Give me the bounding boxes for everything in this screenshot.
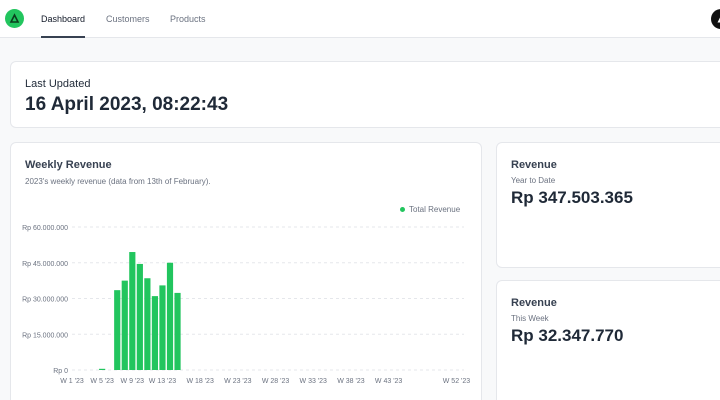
tab-customers[interactable]: Customers (106, 0, 150, 38)
last-updated-card: Last Updated 16 April 2023, 08:22:43 (10, 61, 720, 128)
weekly-revenue-card: Weekly Revenue 2023's weekly revenue (da… (10, 142, 482, 400)
tab-dashboard[interactable]: Dashboard (41, 0, 86, 38)
legend-swatch (400, 207, 405, 212)
weekly-revenue-title: Weekly Revenue (25, 159, 112, 171)
triangle-logo-icon[interactable] (5, 9, 24, 28)
user-avatar-icon[interactable] (711, 9, 720, 29)
chart-legend: Total Revenue (400, 205, 460, 214)
weekly-revenue-subtitle: 2023's weekly revenue (data from 13th of… (25, 177, 211, 186)
revenue-week-value: Rp 32.347.770 (511, 326, 624, 345)
avatar-glyph (717, 17, 720, 23)
last-updated-value: 16 April 2023, 08:22:43 (25, 94, 229, 115)
revenue-week-card: Revenue This Week Rp 32.347.770 (496, 280, 720, 400)
top-navigation: Dashboard Customers Products (0, 0, 720, 38)
tab-products[interactable]: Products (170, 0, 206, 38)
revenue-ytd-card: Revenue Year to Date Rp 347.503.365 (496, 142, 720, 268)
revenue-week-subtitle: This Week (511, 314, 549, 323)
legend-label: Total Revenue (409, 205, 461, 214)
logo-glyph (9, 13, 20, 23)
revenue-ytd-subtitle: Year to Date (511, 176, 556, 185)
revenue-week-title: Revenue (511, 297, 557, 309)
last-updated-label: Last Updated (25, 78, 91, 90)
revenue-ytd-value: Rp 347.503.365 (511, 188, 633, 207)
revenue-ytd-title: Revenue (511, 159, 557, 171)
